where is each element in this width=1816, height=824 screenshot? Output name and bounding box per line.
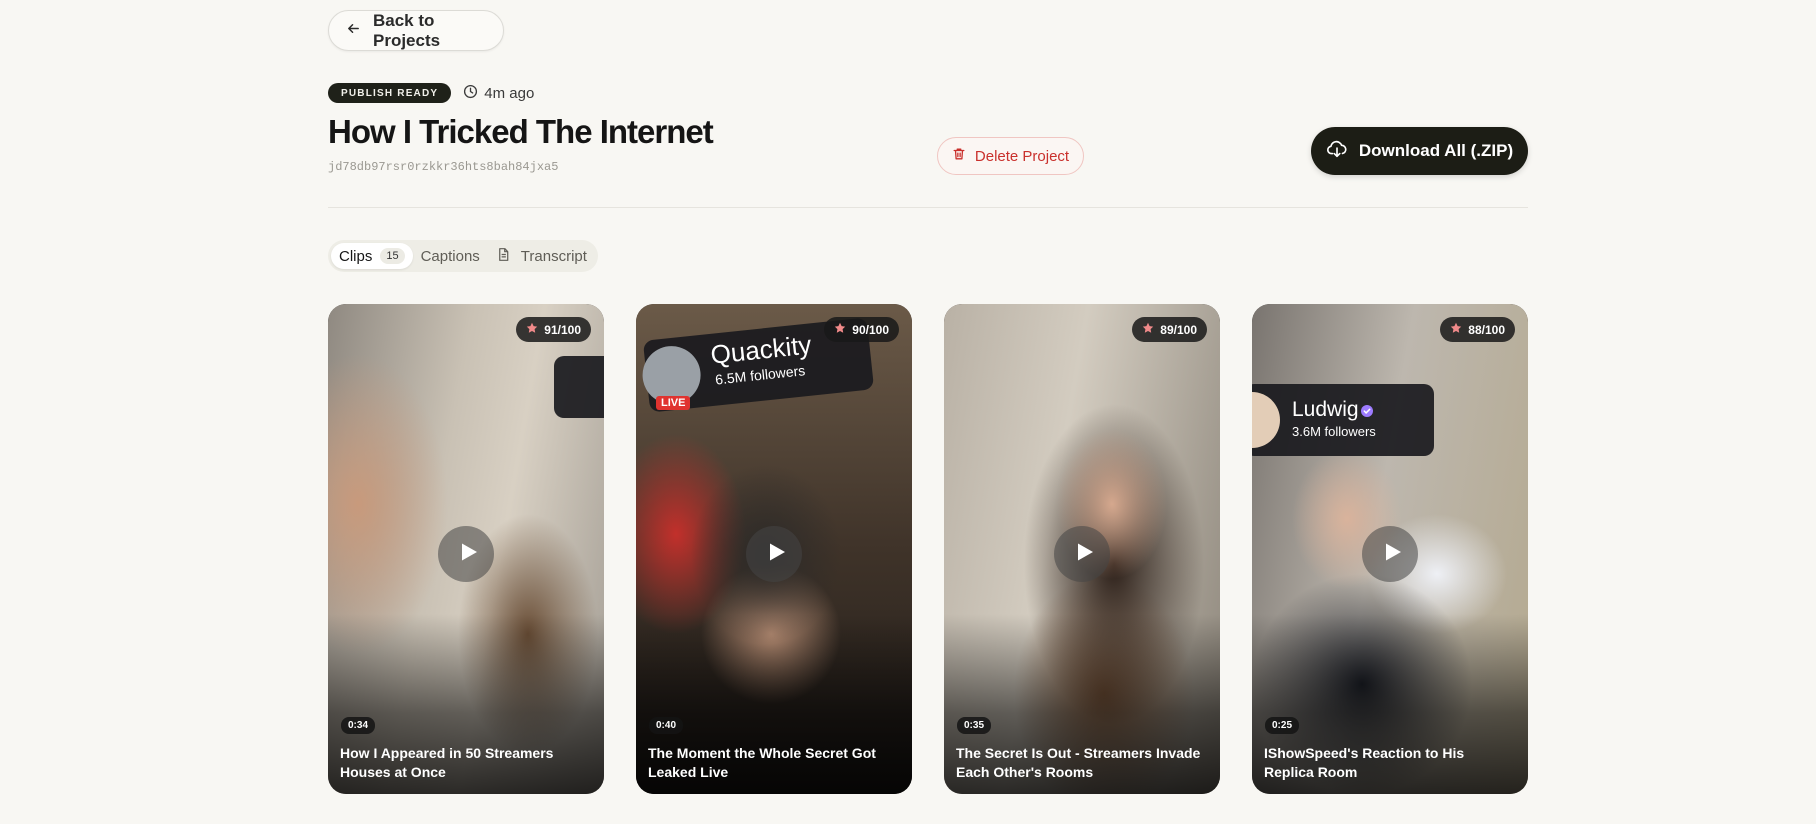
clips-count-badge: 15 [380, 248, 405, 264]
header-divider [328, 207, 1528, 208]
clip-card[interactable]: Quackity 6.5M followers LIVE 90/100 0:40… [636, 304, 912, 794]
play-icon [1377, 540, 1404, 569]
back-label: Back to Projects [373, 10, 441, 50]
project-id: jd78db97rsr0rzkkr36hts8bah84jxa5 [328, 160, 559, 174]
avatar [1252, 392, 1280, 448]
play-button[interactable] [1054, 526, 1110, 582]
streamer-overlay: Ludwig 3.6M followers [1252, 384, 1434, 456]
view-tabs: Clips 15 Captions Transcript [328, 240, 598, 272]
clip-card[interactable]: 91/100 0:34 How I Appeared in 50 Streame… [328, 304, 604, 794]
play-button[interactable] [746, 526, 802, 582]
star-icon [1450, 322, 1462, 337]
clock-icon [463, 84, 478, 103]
arrow-left-icon [346, 21, 361, 41]
play-button[interactable] [438, 526, 494, 582]
time-ago: 4m ago [484, 84, 535, 102]
tab-transcript-label: Transcript [520, 247, 587, 265]
tab-clips-label: Clips [339, 247, 373, 265]
tab-captions-label: Captions [420, 247, 480, 265]
streamer-overlay [554, 356, 604, 418]
overlay-name: Ludwig [1292, 398, 1359, 421]
star-icon [526, 322, 538, 337]
overlay-followers: 3.6M followers [1292, 424, 1376, 439]
download-all-button[interactable]: Download All (.ZIP) [1311, 127, 1528, 175]
duration-badge: 0:25 [1265, 717, 1300, 734]
score-badge: 90/100 [824, 317, 899, 342]
score-value: 90/100 [852, 322, 889, 337]
play-icon [761, 540, 788, 569]
clip-title: IShowSpeed's Reaction to His Replica Roo… [1264, 745, 1465, 780]
clip-title: How I Appeared in 50 Streamers Houses at… [340, 745, 554, 780]
play-icon [1069, 540, 1096, 569]
status-row: PUBLISH READY 4m ago [328, 83, 534, 103]
clip-card[interactable]: 89/100 0:35 The Secret Is Out - Streamer… [944, 304, 1220, 794]
status-badge: PUBLISH READY [328, 83, 452, 103]
play-icon [453, 540, 480, 569]
duration-badge: 0:40 [649, 717, 684, 734]
trash-icon [952, 147, 966, 165]
verified-icon [1360, 404, 1374, 423]
delete-project-button[interactable]: Delete Project [937, 137, 1084, 175]
score-value: 88/100 [1468, 322, 1505, 337]
duration-badge: 0:34 [341, 717, 376, 734]
tab-captions[interactable]: Captions [413, 243, 488, 269]
document-icon [496, 247, 513, 266]
score-badge: 91/100 [516, 317, 591, 342]
score-value: 91/100 [544, 322, 581, 337]
clip-title: The Secret Is Out - Streamers Invade Eac… [956, 745, 1201, 780]
clip-card[interactable]: Ludwig 3.6M followers 88/100 0:25 IShowS… [1252, 304, 1528, 794]
delete-label: Delete Project [974, 147, 1070, 165]
clip-title: The Moment the Whole Secret Got Leaked L… [648, 745, 876, 780]
star-icon [834, 322, 846, 337]
timestamp: 4m ago [463, 84, 534, 103]
play-button[interactable] [1362, 526, 1418, 582]
score-badge: 89/100 [1132, 317, 1207, 342]
page-title: How I Tricked The Internet [328, 113, 714, 150]
tab-clips[interactable]: Clips 15 [331, 243, 413, 269]
duration-badge: 0:35 [957, 717, 992, 734]
star-icon [1142, 322, 1154, 337]
tab-transcript[interactable]: Transcript [488, 243, 595, 269]
back-to-projects-button[interactable]: Back to Projects [328, 10, 504, 51]
score-value: 89/100 [1160, 322, 1197, 337]
score-badge: 88/100 [1440, 317, 1515, 342]
cloud-download-icon [1326, 138, 1348, 165]
live-badge: LIVE [656, 396, 691, 410]
download-label: Download All (.ZIP) [1358, 141, 1514, 160]
